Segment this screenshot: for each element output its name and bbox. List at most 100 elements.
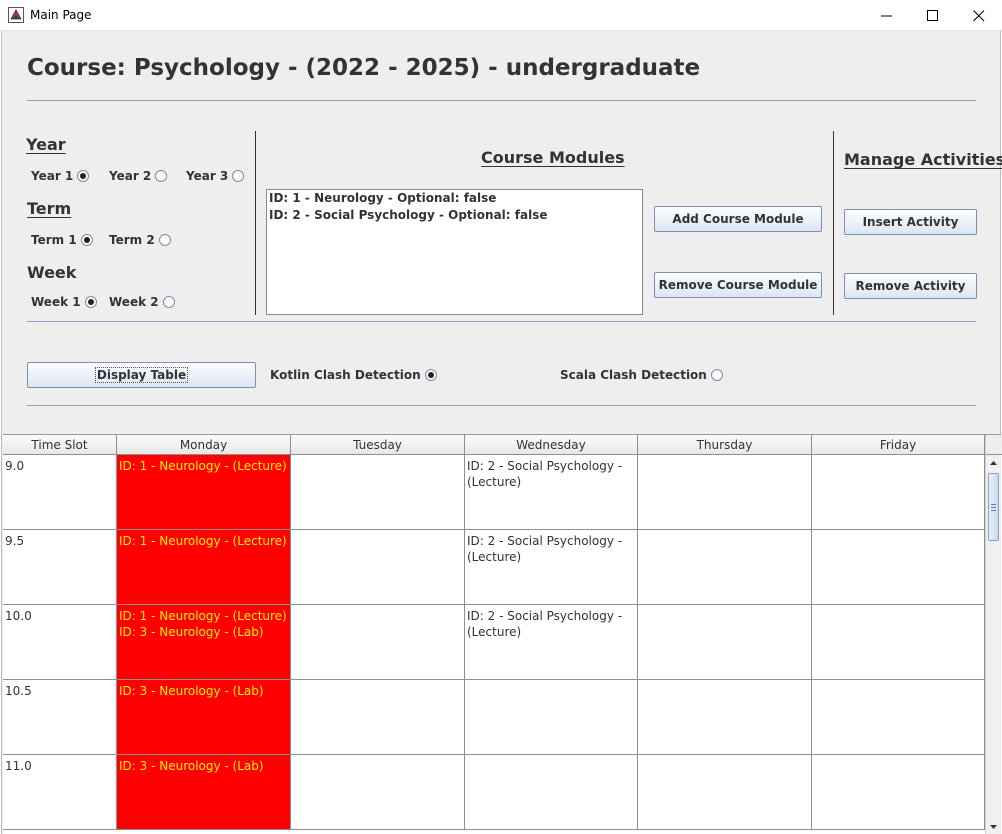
grip-line [991, 510, 996, 511]
tuesday-cell[interactable] [291, 605, 465, 680]
tuesday-cell[interactable] [291, 755, 465, 830]
activity-entry: ID: 3 - Neurology - (Lab) [119, 684, 264, 698]
column-header[interactable]: Time Slot [3, 435, 117, 455]
activity-entry: ID: 2 - Social Psychology - (Lecture) [467, 609, 623, 639]
activity-entry: ID: 2 - Social Psychology - (Lecture) [467, 534, 623, 564]
scroll-down-arrow-icon[interactable] [986, 819, 1001, 834]
separator [27, 321, 976, 322]
separator [27, 100, 976, 101]
time-slot-label: 10.5 [5, 684, 32, 698]
kotlin-clash-detection-radio[interactable]: Kotlin Clash Detection [270, 367, 437, 383]
term-2-radio[interactable]: Term 2 [109, 232, 171, 248]
activity-entry: ID: 1 - Neurology - (Lecture) [119, 534, 287, 548]
thursday-cell[interactable] [638, 680, 812, 755]
week-1-radio[interactable]: Week 1 [31, 294, 97, 310]
tuesday-cell[interactable] [291, 455, 465, 530]
vertical-scrollbar[interactable] [985, 435, 1002, 834]
column-header[interactable]: Monday [117, 435, 291, 455]
maximize-button[interactable] [910, 0, 956, 31]
radio-indicator [162, 296, 175, 308]
table-header: Time Slot Monday Tuesday Wednesday Thurs… [3, 435, 985, 455]
thursday-cell[interactable] [638, 530, 812, 605]
scroll-up-arrow-icon[interactable] [986, 455, 1001, 471]
table-row[interactable]: 10.0 ID: 1 - Neurology - (Lecture) ID: 3 -… [3, 605, 985, 680]
friday-cell[interactable] [812, 680, 985, 755]
close-icon [973, 10, 985, 22]
main-panel: Course: Psychology - (2022 - 2025) - und… [1, 31, 1002, 834]
scrollbar-corner [986, 435, 1002, 455]
close-button[interactable] [956, 0, 1002, 31]
term-1-radio[interactable]: Term 1 [31, 232, 93, 248]
wednesday-cell[interactable] [465, 680, 638, 755]
radio-indicator [77, 170, 90, 182]
year-3-radio[interactable]: Year 3 [186, 168, 245, 184]
activity-entry: ID: 3 - Neurology - (Lab) [119, 625, 264, 639]
time-slot-cell[interactable]: 10.0 [3, 605, 117, 680]
add-course-module-button[interactable]: Add Course Module [654, 206, 822, 232]
column-header[interactable]: Tuesday [291, 435, 465, 455]
monday-cell[interactable]: ID: 3 - Neurology - (Lab) [117, 755, 291, 830]
thursday-cell[interactable] [638, 605, 812, 680]
remove-activity-button[interactable]: Remove Activity [844, 273, 977, 299]
display-table-button[interactable]: Display Table [27, 362, 256, 388]
column-header[interactable]: Thursday [638, 435, 812, 455]
list-item[interactable]: ID: 2 - Social Psychology - Optional: fa… [267, 207, 642, 224]
time-slot-cell[interactable]: 10.5 [3, 680, 117, 755]
table-row[interactable]: 9.5 ID: 1 - Neurology - (Lecture) ID: 2 - … [3, 530, 985, 605]
table-row[interactable]: 10.5 ID: 3 - Neurology - (Lab) [3, 680, 985, 755]
term-heading: Term [27, 199, 72, 218]
week-heading: Week [27, 263, 77, 282]
course-modules-heading: Course Modules [481, 148, 625, 167]
time-slot-label: 10.0 [5, 609, 32, 623]
friday-cell[interactable] [812, 755, 985, 830]
column-header[interactable]: Wednesday [465, 435, 638, 455]
friday-cell[interactable] [812, 455, 985, 530]
week-2-radio[interactable]: Week 2 [109, 294, 175, 310]
vertical-divider [255, 131, 256, 315]
friday-cell[interactable] [812, 605, 985, 680]
table-row[interactable]: 9.0 ID: 1 - Neurology - (Lecture) ID: 2 - … [3, 455, 985, 530]
monday-cell[interactable]: ID: 1 - Neurology - (Lecture) [117, 530, 291, 605]
scala-clash-detection-radio[interactable]: Scala Clash Detection [560, 367, 723, 383]
monday-cell[interactable]: ID: 1 - Neurology - (Lecture) ID: 3 - Neu… [117, 605, 291, 680]
radio-indicator [710, 369, 723, 381]
radio-indicator [424, 369, 437, 381]
year-1-radio[interactable]: Year 1 [31, 168, 90, 184]
vertical-divider [833, 131, 834, 315]
monday-cell[interactable]: ID: 3 - Neurology - (Lab) [117, 680, 291, 755]
separator [27, 405, 976, 406]
java-cup-icon [8, 7, 24, 23]
friday-cell[interactable] [812, 530, 985, 605]
time-slot-cell[interactable]: 9.5 [3, 530, 117, 605]
thursday-cell[interactable] [638, 755, 812, 830]
time-slot-label: 11.0 [5, 759, 32, 773]
year-heading: Year [26, 135, 66, 154]
activity-entry: ID: 3 - Neurology - (Lab) [119, 759, 264, 773]
list-item[interactable]: ID: 1 - Neurology - Optional: false [267, 190, 642, 207]
timetable[interactable]: Time Slot Monday Tuesday Wednesday Thurs… [3, 434, 1002, 834]
manage-activities-heading: Manage Activities [844, 150, 1002, 169]
radio-indicator [155, 170, 168, 182]
time-slot-cell[interactable]: 9.0 [3, 455, 117, 530]
wednesday-cell[interactable]: ID: 2 - Social Psychology - (Lecture) [465, 455, 638, 530]
course-modules-list[interactable]: ID: 1 - Neurology - Optional: false ID: … [266, 189, 643, 315]
scrollbar-thumb[interactable] [988, 473, 999, 541]
grip-line [991, 507, 996, 508]
wednesday-cell[interactable]: ID: 2 - Social Psychology - (Lecture) [465, 605, 638, 680]
tuesday-cell[interactable] [291, 680, 465, 755]
activity-entry: ID: 2 - Social Psychology - (Lecture) [467, 459, 623, 489]
column-header[interactable]: Friday [812, 435, 985, 455]
year-2-radio[interactable]: Year 2 [109, 168, 168, 184]
time-slot-label: 9.5 [5, 534, 25, 548]
thursday-cell[interactable] [638, 455, 812, 530]
monday-cell[interactable]: ID: 1 - Neurology - (Lecture) [117, 455, 291, 530]
time-slot-cell[interactable]: 11.0 [3, 755, 117, 830]
wednesday-cell[interactable]: ID: 2 - Social Psychology - (Lecture) [465, 530, 638, 605]
remove-course-module-button[interactable]: Remove Course Module [654, 272, 822, 298]
insert-activity-button[interactable]: Insert Activity [844, 209, 977, 235]
minimize-button[interactable] [864, 0, 910, 31]
maximize-icon [927, 10, 938, 21]
tuesday-cell[interactable] [291, 530, 465, 605]
wednesday-cell[interactable] [465, 755, 638, 830]
table-row[interactable]: 11.0 ID: 3 - Neurology - (Lab) [3, 755, 985, 830]
